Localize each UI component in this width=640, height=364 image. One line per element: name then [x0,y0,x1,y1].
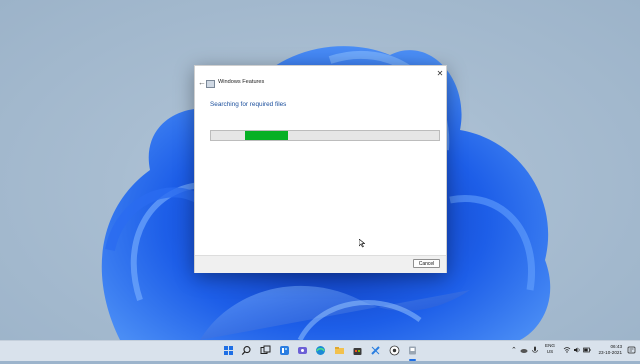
dialog-footer: Cancel [195,255,446,273]
chat-icon[interactable] [297,345,308,356]
file-explorer-icon[interactable] [334,345,345,356]
progress-bar-fill [245,131,288,140]
mouse-cursor-icon [359,239,365,248]
status-heading: Searching for required files [210,101,287,108]
battery-icon[interactable] [583,346,591,354]
dialog-titlebar: ← Windows Features ✕ [195,66,446,96]
close-icon[interactable]: ✕ [434,68,446,80]
task-view-icon[interactable] [260,345,271,356]
cancel-button[interactable]: Cancel [413,259,440,268]
input-language-indicator[interactable]: ENG US [542,343,558,363]
widgets-icon[interactable] [279,345,290,356]
chrome-icon[interactable] [389,345,400,356]
windows-features-dialog: ← Windows Features ✕ Searching for requi… [194,65,447,273]
windows-features-app-icon [206,80,215,88]
lang-line-2: US [546,349,554,354]
search-icon[interactable] [241,345,252,356]
clock-date: 23-10-2021 [598,350,623,355]
back-arrow-icon[interactable]: ← [198,79,206,87]
taskbar: ⌃ ENG US 06:43 23-10-2021 [0,340,640,361]
progress-bar [210,130,440,141]
edge-icon[interactable] [315,345,326,356]
settings-icon[interactable] [370,345,381,356]
store-icon[interactable] [352,345,363,356]
system-clock[interactable]: 06:43 23-10-2021 [594,344,623,364]
cloud-icon[interactable] [520,346,528,354]
notification-icon[interactable] [627,346,636,355]
dialog-title: Windows Features [218,79,265,85]
volume-icon[interactable] [573,346,581,354]
microphone-icon[interactable] [531,346,539,354]
wifi-icon[interactable] [563,346,571,354]
app-icon[interactable] [407,345,418,356]
chevron-up-icon[interactable]: ⌃ [511,346,517,354]
start-icon[interactable] [223,345,234,356]
